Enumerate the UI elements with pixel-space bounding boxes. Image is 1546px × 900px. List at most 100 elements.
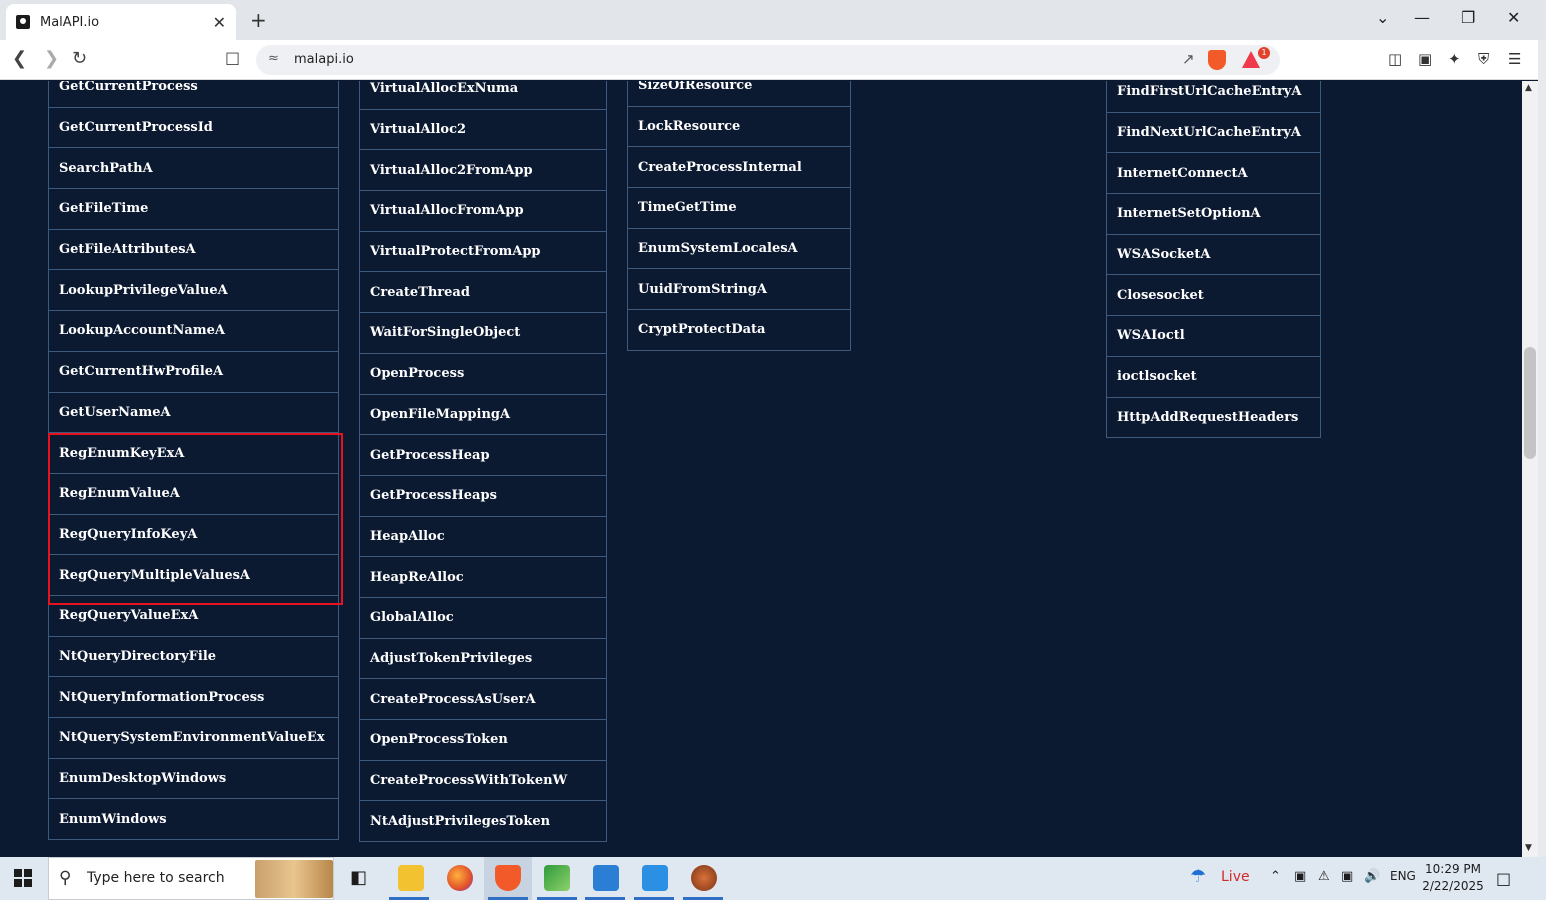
api-link[interactable]: OpenFileMappingA [360,395,606,436]
api-link[interactable]: EnumDesktopWindows [49,759,338,800]
menu-icon[interactable]: ☰ [1508,50,1521,68]
api-link[interactable]: VirtualProtectFromApp [360,232,606,273]
api-link[interactable]: RegQueryValueExA [49,596,338,637]
api-link[interactable]: GetFileAttributesA [49,230,338,271]
api-link[interactable]: GlobalAlloc [360,598,606,639]
forward-arrow-icon[interactable]: ❯ [44,48,59,69]
firefox-icon[interactable] [447,865,473,891]
api-link[interactable]: RegEnumKeyExA [49,433,338,474]
api-link[interactable]: NtAdjustPrivilegesToken [360,801,606,843]
api-link[interactable]: GetProcessHeap [360,435,606,476]
api-link[interactable]: RegEnumValueA [49,474,338,515]
scroll-down-arrow-icon[interactable]: ▼ [1525,843,1532,853]
language-indicator[interactable]: ENG [1390,869,1416,883]
api-link[interactable]: NtQueryDirectoryFile [49,637,338,678]
api-link[interactable]: FindFirstUrlCacheEntryA [1107,81,1320,113]
scroll-up-arrow-icon[interactable]: ▲ [1525,83,1532,93]
api-link[interactable]: RegQueryInfoKeyA [49,515,338,556]
api-link[interactable]: EnumSystemLocalesA [628,229,850,270]
windows-start-icon[interactable] [14,869,32,887]
bookmark-icon[interactable]: □ [225,48,240,67]
api-link[interactable]: HeapReAlloc [360,557,606,598]
api-link[interactable]: GetUserNameA [49,393,338,434]
api-link[interactable]: SearchPathA [49,148,338,190]
tab-close-icon[interactable]: ✕ [213,13,226,32]
api-link[interactable]: AdjustTokenPrivileges [360,639,606,680]
api-link[interactable]: CreateProcessAsUserA [360,679,606,720]
api-link[interactable]: NtQuerySystemEnvironmentValueEx [49,718,338,759]
restore-button[interactable]: ❐ [1461,8,1475,27]
api-link[interactable]: UuidFromStringA [628,269,850,311]
api-link[interactable]: FindNextUrlCacheEntryA [1107,113,1320,154]
api-link[interactable]: HeapAlloc [360,517,606,558]
api-link[interactable]: WaitForSingleObject [360,313,606,354]
api-link[interactable]: GetCurrentHwProfileA [49,352,338,393]
api-link[interactable]: GetCurrentProcess [49,81,338,108]
api-link[interactable]: NtQueryInformationProcess [49,677,338,718]
api-link[interactable]: WSASocketA [1107,235,1320,276]
api-link[interactable]: Closesocket [1107,275,1320,317]
api-link[interactable]: CryptProtectData [628,310,850,351]
network-icon[interactable]: ▣ [1341,869,1353,884]
api-link[interactable]: OpenProcess [360,354,606,395]
file-explorer-icon[interactable] [398,865,424,891]
system-clock[interactable]: 10:29 PM 2/22/2025 [1420,861,1486,895]
api-link[interactable]: ioctlsocket [1107,357,1320,398]
api-link[interactable]: CreateProcessWithTokenW [360,761,606,802]
api-link[interactable]: VirtualAlloc2 [360,110,606,151]
site-settings-icon[interactable]: ≈ [268,51,279,66]
new-tab-button[interactable]: + [250,8,267,32]
vscode-icon[interactable] [593,865,619,891]
scrollbar-thumb[interactable] [1524,347,1536,459]
api-link[interactable]: InternetSetOptionA [1107,194,1320,235]
api-link[interactable]: SizeOfResource [628,81,850,107]
wallet-icon[interactable]: ▣ [1418,50,1432,68]
taskbar-search[interactable]: ⚲ Type here to search [48,857,334,900]
api-link[interactable]: LookupPrivilegeValueA [49,270,338,312]
sidebar-icon[interactable]: ◫ [1388,50,1402,68]
api-link[interactable]: GetProcessHeaps [360,476,606,517]
notifications-icon[interactable]: □ [1496,869,1511,888]
security-icon[interactable]: ⚠ [1318,869,1330,884]
task-view-icon[interactable]: ◧ [350,867,367,888]
leo-ai-icon[interactable]: ✦ [1448,50,1461,68]
api-link[interactable]: EnumWindows [49,799,338,841]
brave-shields-icon[interactable] [1208,50,1226,70]
brave-browser-icon[interactable] [495,865,521,891]
share-icon[interactable]: ↗ [1182,50,1195,68]
page-scrollbar[interactable]: ▲ ▼ [1522,81,1538,857]
api-link[interactable]: HttpAddRequestHeaders [1107,398,1320,439]
show-hidden-icons-chevron-icon[interactable]: ⌃ [1270,869,1281,884]
reload-icon[interactable]: ↻ [72,48,87,69]
api-link[interactable]: InternetConnectA [1107,153,1320,195]
search-placeholder[interactable]: Type here to search [87,870,225,886]
weather-icon[interactable]: ☂ [1190,866,1206,887]
url-text[interactable]: malapi.io [294,52,354,67]
api-link[interactable]: WSAIoctl [1107,316,1320,357]
api-link[interactable]: LookupAccountNameA [49,311,338,352]
api-link[interactable]: TimeGetTime [628,188,850,229]
api-link[interactable]: GetCurrentProcessId [49,108,338,149]
api-link[interactable]: CreateProcessInternal [628,147,850,189]
api-link[interactable]: LockResource [628,107,850,148]
close-window-button[interactable]: ✕ [1507,8,1520,27]
api-link[interactable]: CreateThread [360,272,606,314]
minimize-button[interactable]: — [1414,8,1430,27]
bear-app-icon[interactable] [691,865,717,891]
vpn-shield-icon[interactable]: ⛨ [1478,50,1489,68]
api-link[interactable]: VirtualAllocExNuma [360,81,606,110]
address-bar[interactable]: ≈ malapi.io ↗ 1 [256,45,1280,75]
api-link[interactable]: RegQueryMultipleValuesA [49,555,338,596]
back-arrow-icon[interactable]: ❮ [12,48,27,69]
api-link[interactable]: VirtualAllocFromApp [360,191,606,232]
api-link[interactable]: OpenProcessToken [360,720,606,761]
tab-search-dropdown-icon[interactable]: ⌄ [1376,8,1389,27]
api-link[interactable]: VirtualAlloc2FromApp [360,150,606,192]
meet-now-icon[interactable]: ▣ [1294,869,1306,884]
todo-app-icon[interactable] [642,865,668,891]
wireshark-icon[interactable] [544,865,570,891]
api-link[interactable]: GetFileTime [49,189,338,230]
volume-icon[interactable]: 🔊 [1364,869,1380,884]
weather-live-label[interactable]: Live [1221,869,1250,885]
browser-tab[interactable]: MalAPI.io ✕ [6,4,236,40]
